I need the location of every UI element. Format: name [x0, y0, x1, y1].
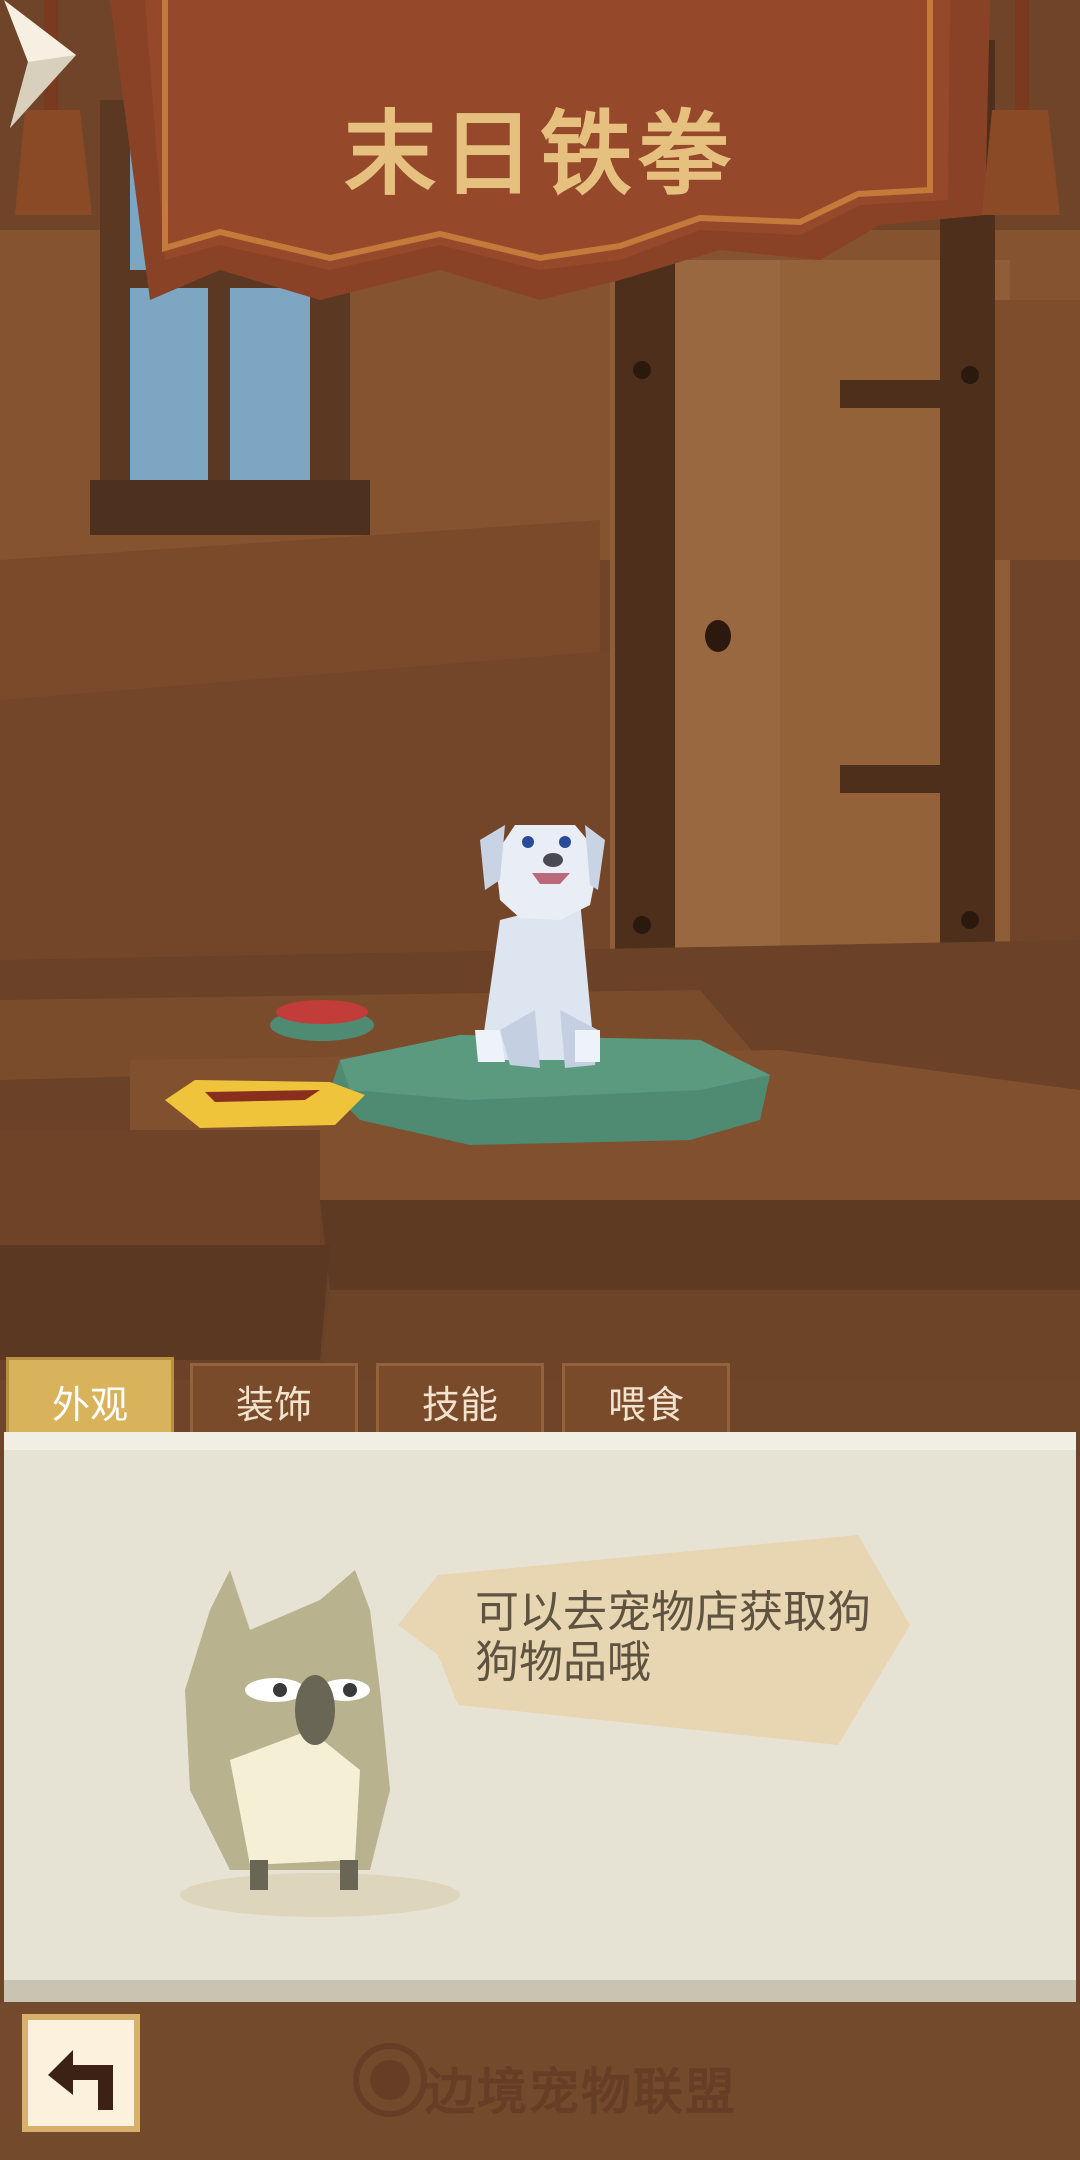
- back-arrow-icon: [48, 2050, 113, 2110]
- tab-decoration[interactable]: 装饰: [190, 1363, 358, 1441]
- tab-skills[interactable]: 技能: [376, 1363, 544, 1441]
- game-scene: 末日铁拳: [0, 0, 1080, 1380]
- game-logo-text: 边境宠物联盟: [425, 2063, 737, 2121]
- pet-name-title: 末日铁拳: [343, 101, 736, 208]
- chevron-right-icon[interactable]: [0, 0, 80, 130]
- hint-text: 可以去宠物店获取狗狗物品哦: [475, 1587, 871, 1688]
- tab-appearance[interactable]: 外观: [6, 1357, 174, 1441]
- tab-feeding[interactable]: 喂食: [562, 1363, 730, 1441]
- back-button[interactable]: [22, 2014, 140, 2132]
